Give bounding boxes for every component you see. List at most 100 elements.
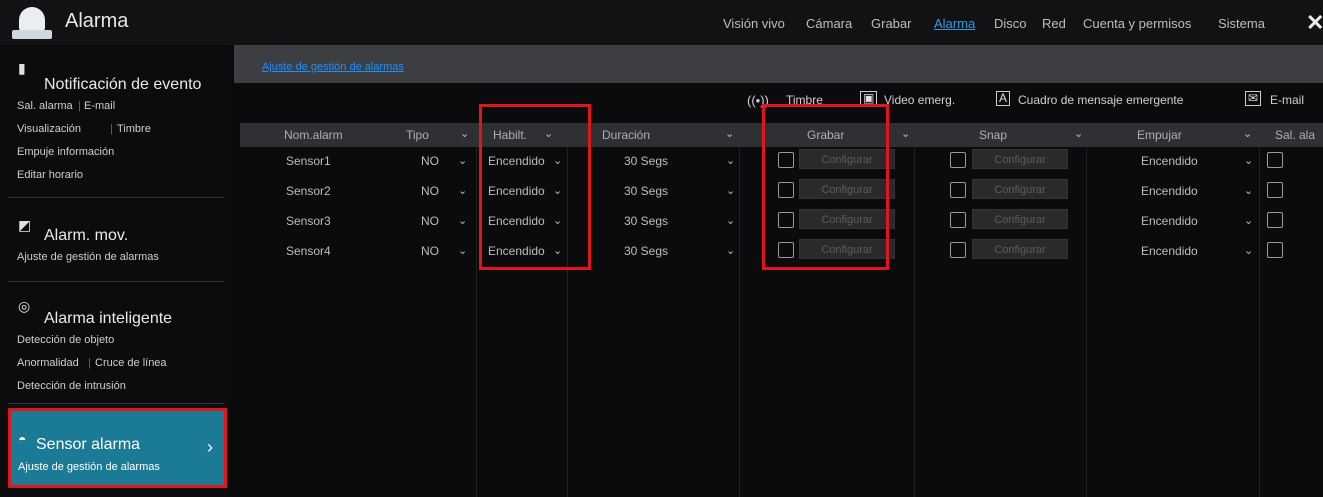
motion-icon: ◩ [18,217,32,233]
snap-checkbox[interactable] [950,242,966,258]
page-title: Alarma [65,10,129,32]
chevron-down-icon[interactable]: ⌄ [458,214,467,227]
alarm-out-checkbox[interactable] [1267,152,1283,168]
duration-select[interactable]: 30 Segs [624,244,668,258]
highlight-enabled-column [479,104,591,270]
chevron-down-icon[interactable]: ⌄ [726,154,735,167]
column-divider [1086,147,1087,497]
tab-alarm-settings[interactable]: Ajuste de gestión de alarmas [262,61,404,73]
push-select[interactable]: Encendido [1141,184,1198,198]
type-select[interactable]: NO [421,154,439,168]
message-box-icon: A [996,91,1011,106]
col-alarm-out: Sal. ala [1275,128,1316,142]
chevron-down-icon[interactable]: ⌄ [726,214,735,227]
sidebar-item-sensor-alarm[interactable]: ◓ Sensor alarma Ajuste de gestión de ala… [8,408,227,488]
alarm-out-checkbox[interactable] [1267,242,1283,258]
col-snap: Snap [979,128,1008,142]
chevron-down-icon[interactable]: ⌄ [1244,244,1253,257]
sidebar-item-push[interactable]: Empuje información [17,146,114,158]
legend-email: E-mail [1270,93,1305,107]
col-push: Empujar [1137,128,1182,142]
separator: | [78,100,81,112]
sidebar-item-sensor-settings: Ajuste de gestión de alarmas [18,461,160,473]
type-select[interactable]: NO [421,244,439,258]
cell-alarm-name: Sensor4 [286,244,331,258]
cell-alarm-name: Sensor1 [286,154,331,168]
chevron-down-icon[interactable]: ⌄ [1244,214,1253,227]
push-select[interactable]: Encendido [1141,154,1198,168]
type-select[interactable]: NO [421,184,439,198]
email-icon: ✉ [1245,91,1262,106]
main-panel: Ajuste de gestión de alarmas ((•)) Timbr… [234,45,1323,497]
snap-checkbox[interactable] [950,152,966,168]
chevron-down-icon[interactable]: ⌄ [901,127,910,140]
chevron-down-icon[interactable]: ⌄ [1244,184,1253,197]
divider [8,197,224,198]
chevron-down-icon[interactable]: ⌄ [460,127,469,140]
nav-alarm[interactable]: Alarma [934,16,975,31]
top-header: Alarma Visión vivo Cámara Grabar Alarma … [0,0,1323,45]
type-select[interactable]: NO [421,214,439,228]
sidebar-item-schedule[interactable]: Editar horario [17,169,83,181]
alarm-out-checkbox[interactable] [1267,212,1283,228]
sidebar-item-buzzer[interactable]: Timbre [117,123,151,135]
chevron-down-icon[interactable]: ⌄ [1244,154,1253,167]
duration-select[interactable]: 30 Segs [624,184,668,198]
sidebar-title-event[interactable]: Notificación de evento [44,76,201,94]
chevron-down-icon[interactable]: ⌄ [726,184,735,197]
snap-checkbox[interactable] [950,182,966,198]
close-icon[interactable]: ✕ [1306,10,1323,36]
nav-network[interactable]: Red [1042,16,1066,31]
cell-alarm-name: Sensor2 [286,184,331,198]
sensor-icon: ◓ [18,431,27,447]
nav-live-view[interactable]: Visión vivo [723,16,785,31]
sidebar-item-motion-settings[interactable]: Ajuste de gestión de alarmas [17,251,159,263]
snap-configure-button[interactable]: Configurar [972,239,1068,259]
nav-disk[interactable]: Disco [994,16,1027,31]
legend-video-popup: Video emerg. [884,93,956,107]
chevron-down-icon[interactable]: ⌄ [726,244,735,257]
highlight-record-column [762,104,889,270]
nav-account-permissions[interactable]: Cuenta y permisos [1083,16,1191,31]
nav-system[interactable]: Sistema [1218,16,1265,31]
snap-configure-button[interactable]: Configurar [972,179,1068,199]
divider [8,403,224,404]
bookmark-icon: ▮ [18,60,26,76]
sidebar-item-abnormality[interactable]: Anormalidad [17,357,79,369]
push-select[interactable]: Encendido [1141,244,1198,258]
separator: | [88,357,91,369]
duration-select[interactable]: 30 Segs [624,154,668,168]
snap-configure-button[interactable]: Configurar [972,149,1068,169]
alarm-out-checkbox[interactable] [1267,182,1283,198]
col-duration: Duración [602,128,651,142]
chevron-down-icon[interactable]: ⌄ [458,184,467,197]
sidebar-title-smart[interactable]: Alarma inteligente [44,310,172,328]
sidebar-item-alarm-out[interactable]: Sal. alarma [17,100,73,112]
separator: | [110,123,113,135]
alarm-icon [12,5,52,41]
sidebar-item-line-crossing[interactable]: Cruce de línea [95,357,167,369]
sidebar-item-object-detection[interactable]: Detección de objeto [17,334,114,346]
chevron-down-icon[interactable]: ⌄ [1074,127,1083,140]
duration-select[interactable]: 30 Segs [624,214,668,228]
snap-configure-button[interactable]: Configurar [972,209,1068,229]
snap-checkbox[interactable] [950,212,966,228]
sidebar-item-display[interactable]: Visualización [17,123,81,135]
subtab-bar: Ajuste de gestión de alarmas [234,45,1323,83]
cell-alarm-name: Sensor3 [286,214,331,228]
nav-camera[interactable]: Cámara [806,16,852,31]
sidebar: ▮ Notificación de evento Sal. alarma | E… [0,45,230,497]
divider [8,281,224,282]
sidebar-item-email[interactable]: E-mail [84,100,115,112]
nav-record[interactable]: Grabar [871,16,911,31]
chevron-down-icon[interactable]: ⌄ [458,244,467,257]
sidebar-title-motion[interactable]: Alarm. mov. [44,227,128,245]
chevron-down-icon[interactable]: ⌄ [725,127,734,140]
push-select[interactable]: Encendido [1141,214,1198,228]
col-alarm-name: Nom.alarm [284,128,343,142]
col-type: Tipo [406,128,429,142]
sidebar-item-intrusion[interactable]: Detección de intrusión [17,380,126,392]
chevron-down-icon[interactable]: ⌄ [458,154,467,167]
chevron-right-icon: › [207,437,213,457]
chevron-down-icon[interactable]: ⌄ [1243,127,1252,140]
